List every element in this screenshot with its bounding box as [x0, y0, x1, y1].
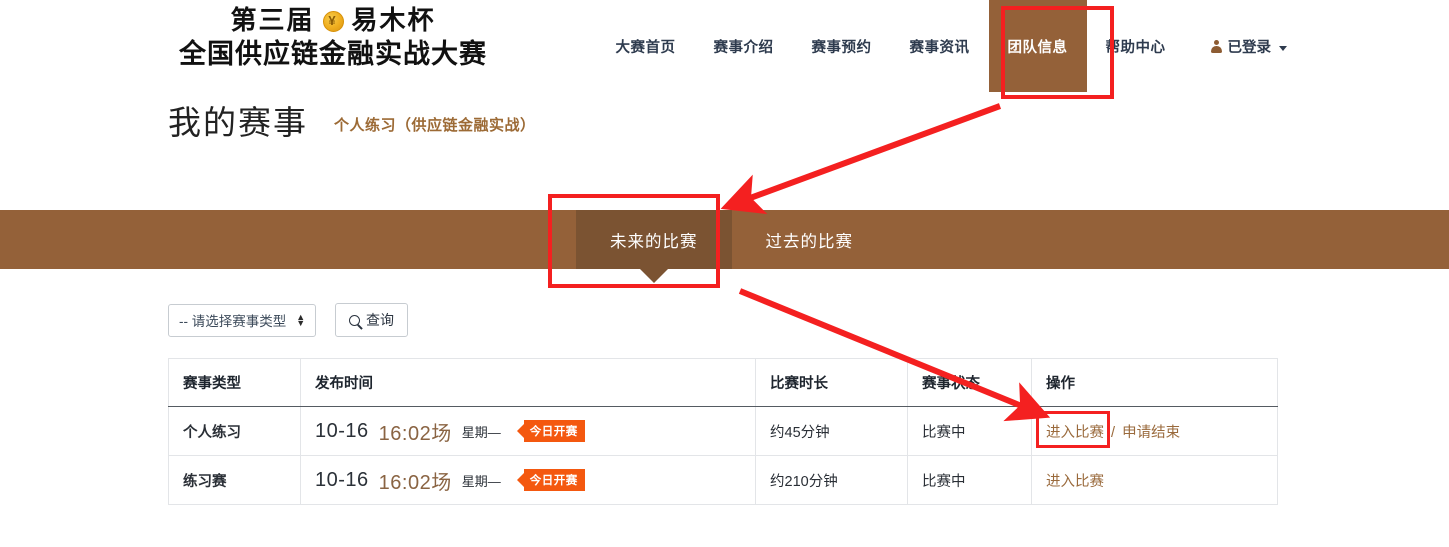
search-button-label: 查询: [366, 312, 394, 328]
cell-operations: 进入比赛: [1031, 455, 1278, 505]
cell-publish-time: 10-16 16:02场 星期— 今日开赛: [300, 455, 756, 505]
action-separator: /: [1111, 424, 1116, 441]
enter-match-link[interactable]: 进入比赛: [1046, 425, 1104, 441]
request-end-link[interactable]: 申请结束: [1122, 425, 1180, 441]
match-type-select[interactable]: -- 请选择赛事类型 ▲ ▼: [168, 303, 316, 337]
page-subtitle: 个人练习（供应链金融实战）: [334, 117, 536, 134]
nav-item-intro[interactable]: 赛事介绍: [695, 0, 793, 92]
publish-weekday: 星期—: [461, 473, 501, 489]
updown-spinner-icon: ▲ ▼: [296, 312, 306, 328]
yen-coin-icon: ¥: [322, 11, 344, 33]
status-badge: 今日开赛: [516, 420, 585, 442]
th-match-type: 赛事类型: [168, 358, 301, 407]
th-operations: 操作: [1031, 358, 1278, 407]
table-header-row: 赛事类型 发布时间 比赛时长 赛事状态 操作: [168, 358, 1278, 407]
search-icon: [349, 314, 360, 326]
nav-item-help[interactable]: 帮助中心: [1087, 0, 1185, 92]
main-navigation: 大赛首页 赛事介绍 赛事预约 赛事资讯 团队信息 帮助中心 已登录: [597, 0, 1292, 92]
status-badge: 今日开赛: [516, 469, 585, 491]
matches-table: 赛事类型 发布时间 比赛时长 赛事状态 操作 个人练习 10-16 16:02场…: [168, 358, 1278, 505]
user-menu-label: 已登录: [1227, 39, 1272, 56]
enter-match-link[interactable]: 进入比赛: [1046, 474, 1104, 490]
page-heading: 我的赛事 个人练习（供应链金融实战）: [168, 106, 536, 139]
arrow-nav-to-tab: [720, 103, 1002, 215]
cell-match-status: 比赛中: [907, 455, 1032, 505]
matches-table-container: 赛事类型 发布时间 比赛时长 赛事状态 操作 个人练习 10-16 16:02场…: [168, 358, 1278, 505]
cell-publish-time: 10-16 16:02场 星期— 今日开赛: [300, 406, 756, 456]
th-match-status: 赛事状态: [907, 358, 1032, 407]
publish-date: 10-16: [315, 468, 369, 491]
site-header: 第三届 ¥ 易木杯 全国供应链金融实战大赛 大赛首页 赛事介绍 赛事预约 赛事资…: [0, 0, 1449, 92]
publish-clock: 16:02场: [378, 422, 452, 445]
nav-item-booking[interactable]: 赛事预约: [793, 0, 891, 92]
match-type-select-value: -- 请选择赛事类型: [179, 314, 287, 329]
user-menu[interactable]: 已登录: [1185, 0, 1292, 92]
chevron-down-icon: [1279, 45, 1287, 51]
search-button[interactable]: 查询: [335, 303, 408, 337]
cell-match-type: 练习赛: [168, 455, 301, 505]
cell-match-duration: 约210分钟: [755, 455, 908, 505]
th-match-duration: 比赛时长: [755, 358, 908, 407]
tab-future-matches[interactable]: 未来的比赛: [576, 210, 732, 283]
table-row: 练习赛 10-16 16:02场 星期— 今日开赛 约210分钟 比赛中 进入比…: [168, 455, 1278, 505]
cell-match-status: 比赛中: [907, 406, 1032, 456]
th-publish-time: 发布时间: [300, 358, 756, 407]
nav-item-team-info[interactable]: 团队信息: [988, 0, 1087, 92]
logo-suffix: 易木杯: [351, 6, 436, 35]
publish-clock: 16:02场: [378, 471, 452, 494]
nav-item-news[interactable]: 赛事资讯: [891, 0, 989, 92]
cell-match-type: 个人练习: [168, 406, 301, 456]
tab-past-matches[interactable]: 过去的比赛: [732, 210, 888, 269]
cell-match-duration: 约45分钟: [755, 406, 908, 456]
filter-bar: -- 请选择赛事类型 ▲ ▼ 查询: [168, 303, 408, 337]
logo-line-2: 全国供应链金融实战大赛: [179, 39, 487, 70]
publish-date: 10-16: [315, 419, 369, 442]
site-logo[interactable]: 第三届 ¥ 易木杯 全国供应链金融实战大赛: [168, 4, 498, 72]
logo-prefix: 第三届: [230, 6, 315, 35]
logo-line-1: 第三届 ¥ 易木杯: [168, 4, 498, 37]
nav-item-home[interactable]: 大赛首页: [597, 0, 695, 92]
publish-weekday: 星期—: [461, 424, 501, 440]
tab-group: 未来的比赛 过去的比赛: [576, 210, 888, 283]
person-icon: [1210, 39, 1222, 53]
page-title: 我的赛事: [168, 104, 308, 141]
cell-operations: 进入比赛 / 申请结束: [1031, 406, 1278, 456]
table-row: 个人练习 10-16 16:02场 星期— 今日开赛 约45分钟 比赛中 进入比…: [168, 406, 1278, 456]
tab-bar: 未来的比赛 过去的比赛: [0, 210, 1449, 283]
